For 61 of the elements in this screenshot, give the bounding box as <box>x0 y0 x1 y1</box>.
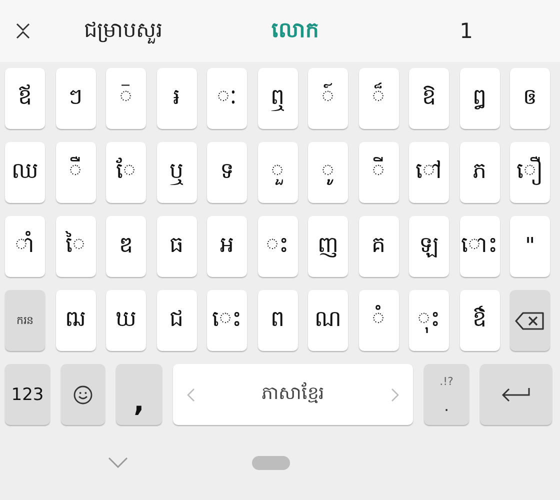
smiley-icon <box>73 384 93 404</box>
backspace-key[interactable] <box>510 290 550 351</box>
key[interactable]: ឰ <box>460 68 500 129</box>
key[interactable]: ◌ឺ <box>56 142 96 203</box>
key[interactable]: ◌៑ <box>106 68 146 129</box>
key[interactable]: ឬ <box>156 142 196 203</box>
key[interactable]: ធ <box>156 216 196 277</box>
backspace-icon <box>515 310 545 330</box>
key[interactable]: ឍ <box>56 290 96 351</box>
period-key[interactable]: .!? . <box>424 364 469 425</box>
key[interactable]: ៗ <box>56 68 96 129</box>
enter-key[interactable] <box>480 364 552 425</box>
key[interactable]: ព <box>258 290 298 351</box>
key[interactable]: ជ <box>156 290 196 351</box>
punctuation-hint: .!? <box>440 374 454 388</box>
key[interactable]: ◌ុះ <box>409 290 449 351</box>
chevron-down-icon <box>108 457 128 468</box>
comma-key[interactable]: , <box>116 364 162 425</box>
key[interactable]: ◌ាំ <box>5 216 45 277</box>
key[interactable]: ◌ំ <box>358 290 398 351</box>
key[interactable]: ◌៏ <box>358 68 398 129</box>
suggestion[interactable]: 1 <box>380 15 552 47</box>
key[interactable]: ◌ះ <box>258 216 298 277</box>
suggestion[interactable]: ជម្រាបសួរ <box>38 12 210 50</box>
key[interactable]: ឪ <box>5 68 45 129</box>
key[interactable]: ឈ <box>5 142 45 203</box>
key[interactable]: ឳ <box>460 290 500 351</box>
shift-key[interactable]: ករន <box>5 290 45 351</box>
key[interactable]: ឮ <box>258 68 298 129</box>
key[interactable]: អ <box>207 216 247 277</box>
key[interactable]: ◌ួ <box>258 142 298 203</box>
key[interactable]: ញ <box>308 216 348 277</box>
emoji-key[interactable] <box>61 364 105 425</box>
key[interactable]: ណ <box>308 290 348 351</box>
key[interactable]: ◌ូ <box>308 142 348 203</box>
home-handle[interactable] <box>252 456 290 470</box>
key[interactable]: ឱ <box>409 68 449 129</box>
close-icon <box>16 23 30 39</box>
key[interactable]: ◌ៃ <box>56 216 96 277</box>
key[interactable]: ឃ <box>106 290 146 351</box>
key[interactable]: គ <box>358 216 398 277</box>
key[interactable]: ◌ៅ <box>409 142 449 203</box>
key[interactable]: ◌ោះ <box>460 216 500 277</box>
numbers-key[interactable]: 123 <box>5 364 50 425</box>
key[interactable]: ◌ៈ <box>207 68 247 129</box>
key[interactable]: ◌ែ <box>106 142 146 203</box>
key[interactable]: ឌ <box>106 216 146 277</box>
key[interactable]: ភ <box>460 142 500 203</box>
language-label: ភាសាខ្មែរ <box>262 381 324 406</box>
key[interactable]: ◌េះ <box>207 290 247 351</box>
key[interactable]: " <box>510 216 550 277</box>
space-key[interactable]: ភាសាខ្មែរ <box>173 364 413 425</box>
enter-icon <box>501 386 531 402</box>
key[interactable]: ទ <box>207 142 247 203</box>
key[interactable]: ឲ <box>510 68 550 129</box>
key[interactable]: ៍ <box>308 68 348 129</box>
period-label: . <box>444 396 450 414</box>
key[interactable]: ◌ឿ <box>510 142 550 203</box>
key[interactable]: ៛ <box>156 68 196 129</box>
key[interactable]: ឡ <box>409 216 449 277</box>
key[interactable]: ◌ី <box>358 142 398 203</box>
